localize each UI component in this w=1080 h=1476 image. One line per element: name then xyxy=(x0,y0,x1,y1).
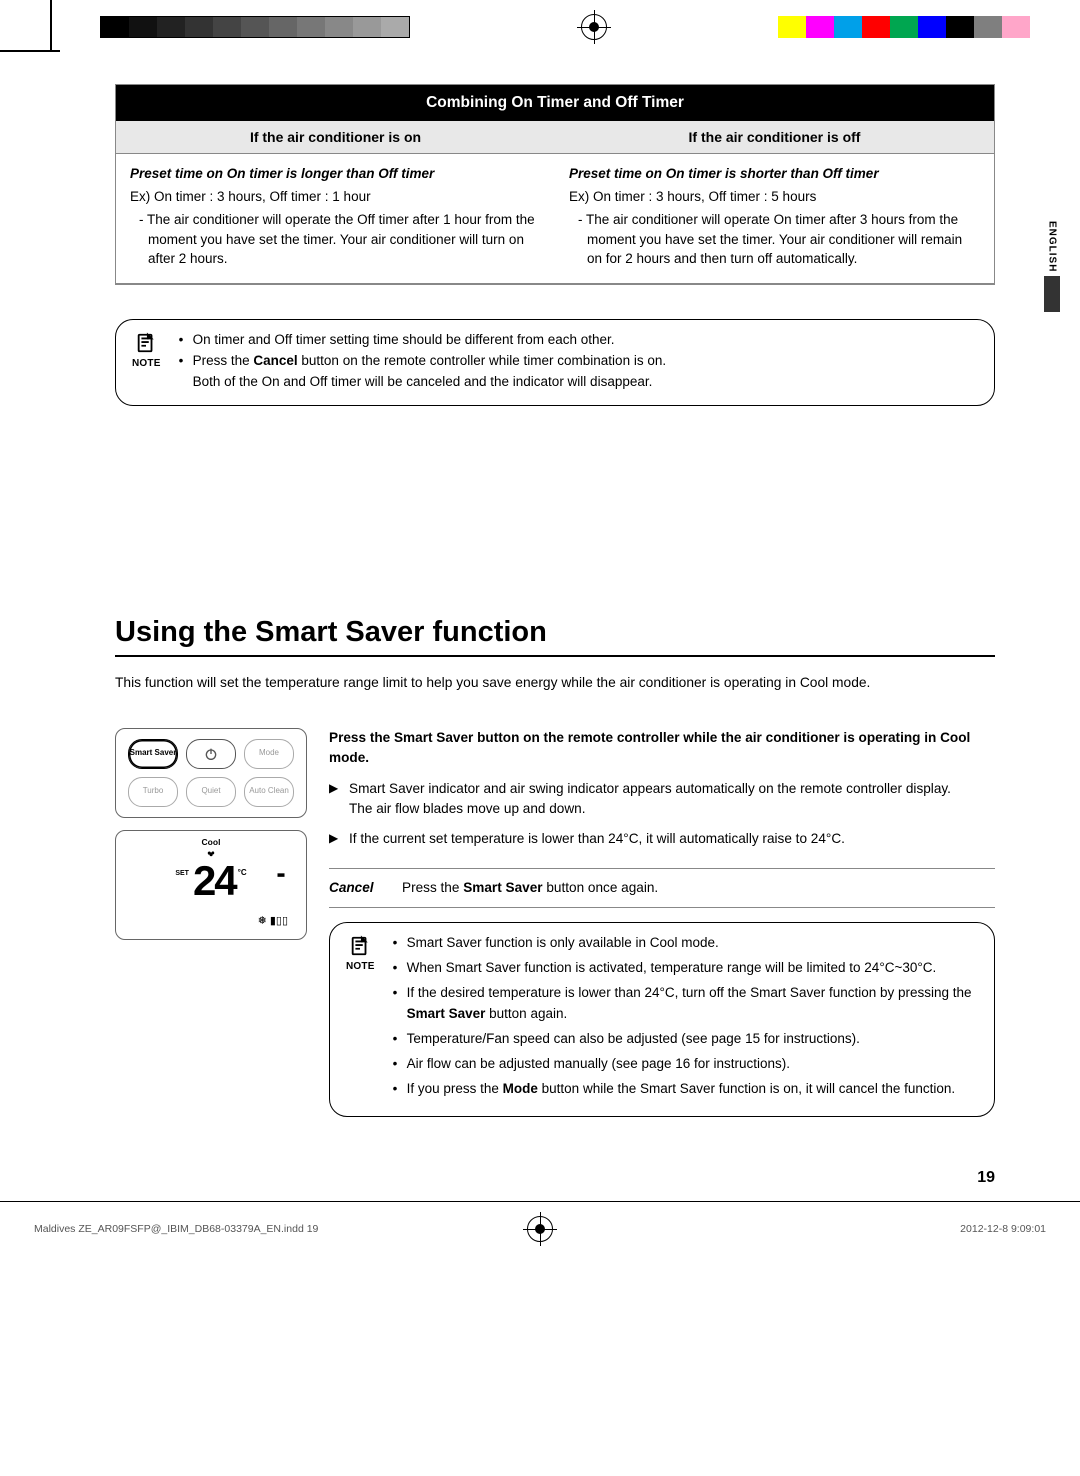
cancel-row: Cancel Press the Smart Saver button once… xyxy=(329,868,995,908)
display-mode: Cool xyxy=(116,837,306,847)
example-text: Ex) On timer : 3 hours, Off timer : 5 ho… xyxy=(569,187,980,207)
t: Smart Saver xyxy=(394,730,473,745)
instruction-step: ▶Smart Saver indicator and air swing ind… xyxy=(329,779,995,820)
instruction-step: ▶If the current set temperature is lower… xyxy=(329,829,995,849)
language-tab: ENGLISH xyxy=(1044,219,1060,312)
power-button xyxy=(186,739,236,769)
instructions-column: Press the Smart Saver button on the remo… xyxy=(329,728,995,1117)
note-box-timer: NOTE On timer and Off timer setting time… xyxy=(115,319,995,406)
registration-mark-icon xyxy=(527,1216,553,1242)
color-calibration-strip xyxy=(778,16,1030,38)
instruction-text: If the current set temperature is lower … xyxy=(349,829,995,849)
arrow-icon: ▶ xyxy=(329,779,349,820)
cancel-label: Cancel xyxy=(329,878,384,898)
smart-saver-button: Smart Saver xyxy=(128,739,178,769)
page-content: ENGLISH Combining On Timer and Off Timer… xyxy=(0,54,1080,1197)
gray-calibration-strip xyxy=(100,16,410,38)
note-item: Temperature/Fan speed can also be adjust… xyxy=(393,1029,978,1050)
crop-mark-icon xyxy=(0,50,60,52)
preset-condition: Preset time on On timer is longer than O… xyxy=(130,164,541,184)
note-item: On timer and Off timer setting time shou… xyxy=(179,330,667,351)
footer-file-info: Maldives ZE_AR09FSFP@_IBIM_DB68-03379A_E… xyxy=(34,1223,318,1235)
registration-mark-icon xyxy=(581,14,607,40)
table-cell-left: Preset time on On timer is longer than O… xyxy=(116,154,555,284)
instruction-text: Smart Saver indicator and air swing indi… xyxy=(349,779,995,820)
table-title: Combining On Timer and Off Timer xyxy=(116,85,994,121)
remote-buttons-panel: Smart Saver Mode Turbo Quiet Auto Clean xyxy=(115,728,307,818)
note-item: If you press the Mode button while the S… xyxy=(393,1079,978,1100)
smart-saver-area: Smart Saver Mode Turbo Quiet Auto Clean … xyxy=(115,728,995,1117)
page-number: 19 xyxy=(115,1169,995,1187)
arrow-icon: ▶ xyxy=(329,829,349,849)
note-label: NOTE xyxy=(346,959,375,975)
table-header-off: If the air conditioner is off xyxy=(555,121,994,154)
footer-timestamp: 2012-12-8 9:09:01 xyxy=(960,1223,1046,1235)
display-unit: °C xyxy=(238,868,247,877)
quiet-button: Quiet xyxy=(186,777,236,807)
display-side-icons xyxy=(274,871,288,890)
note-list: On timer and Off timer setting time shou… xyxy=(179,330,667,393)
t: Smart Saver xyxy=(463,880,542,895)
tab-indicator xyxy=(1044,276,1060,312)
note-item: If the desired temperature is lower than… xyxy=(393,983,978,1025)
print-calibration-bar xyxy=(0,0,1080,54)
table-header-on: If the air conditioner is on xyxy=(116,121,555,154)
section-heading: Using the Smart Saver function xyxy=(115,616,995,657)
example-text: Ex) On timer : 3 hours, Off timer : 1 ho… xyxy=(130,187,541,207)
timer-combination-table: Combining On Timer and Off Timer If the … xyxy=(115,84,995,285)
explanation-text: - The air conditioner will operate the O… xyxy=(148,210,541,269)
instruction-lead: Press the Smart Saver button on the remo… xyxy=(329,728,995,769)
explanation-text: - The air conditioner will operate On ti… xyxy=(587,210,980,269)
note-box-smart-saver: NOTE Smart Saver function is only availa… xyxy=(329,922,995,1116)
note-item: When Smart Saver function is activated, … xyxy=(393,958,978,979)
mode-button: Mode xyxy=(244,739,294,769)
note-item: Smart Saver function is only available i… xyxy=(393,933,978,954)
remote-illustration-column: Smart Saver Mode Turbo Quiet Auto Clean … xyxy=(115,728,307,1117)
preset-condition: Preset time on On timer is shorter than … xyxy=(569,164,980,184)
cancel-text: Press the Smart Saver button once again. xyxy=(402,878,995,898)
note-item: Press the Cancel button on the remote co… xyxy=(179,351,667,393)
turbo-button: Turbo xyxy=(128,777,178,807)
table-cell-right: Preset time on On timer is shorter than … xyxy=(555,154,994,284)
print-footer-bar: Maldives ZE_AR09FSFP@_IBIM_DB68-03379A_E… xyxy=(0,1201,1080,1257)
note-label: NOTE xyxy=(132,356,161,372)
t: Press the xyxy=(329,730,394,745)
note-list: Smart Saver function is only available i… xyxy=(393,933,978,1103)
section-intro: This function will set the temperature r… xyxy=(115,673,995,692)
t: Press the xyxy=(402,880,463,895)
display-bottom-icons: ❅ ▮▯▯ xyxy=(258,914,288,927)
note-icon: NOTE xyxy=(346,933,375,975)
display-set-label: SET xyxy=(175,870,189,877)
t: button once again. xyxy=(543,880,659,895)
note-item: Air flow can be adjusted manually (see p… xyxy=(393,1054,978,1075)
auto-clean-button: Auto Clean xyxy=(244,777,294,807)
remote-display-panel: Cool SET 24 °C ❅ ▮▯▯ xyxy=(115,830,307,940)
language-label: ENGLISH xyxy=(1047,219,1058,274)
display-temperature: 24 xyxy=(193,862,236,900)
crop-mark-icon xyxy=(50,0,52,50)
note-icon: NOTE xyxy=(132,330,161,372)
